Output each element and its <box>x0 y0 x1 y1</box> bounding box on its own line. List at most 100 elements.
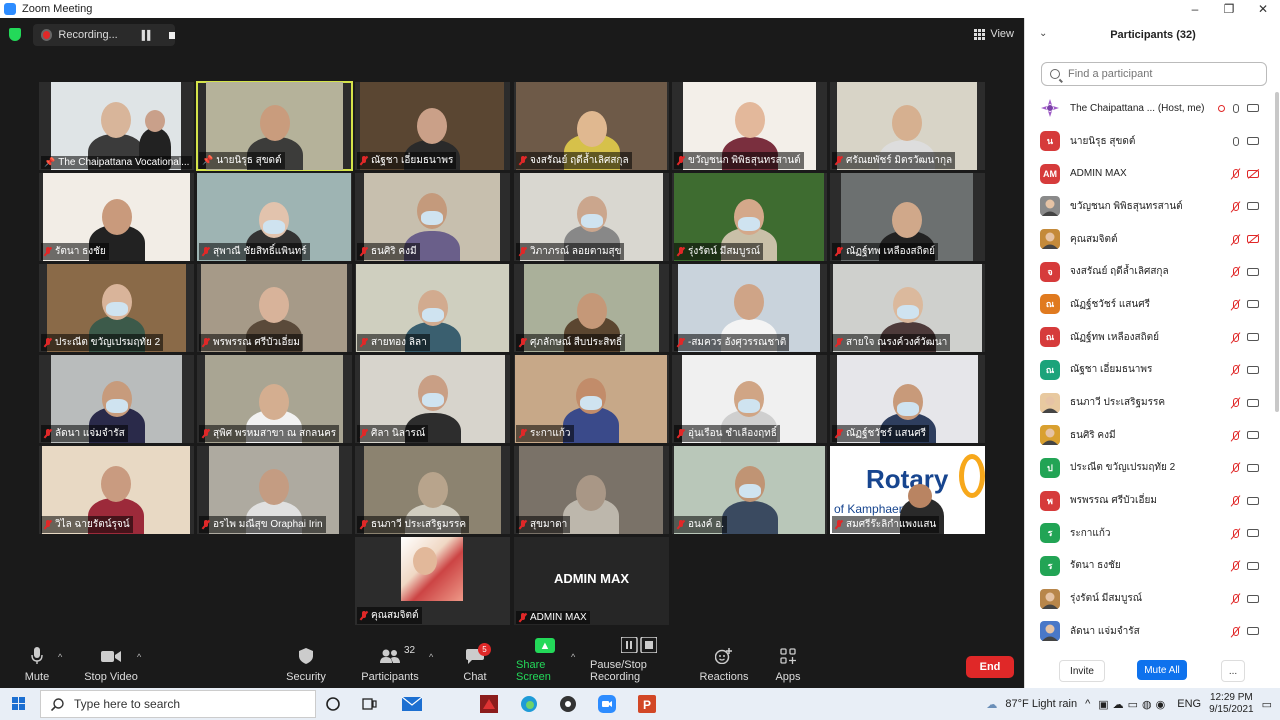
mute-options-chevron-icon[interactable]: ^ <box>58 652 62 662</box>
mute-all-button[interactable]: Mute All <box>1137 660 1187 680</box>
video-tile[interactable]: วิไล ฉายรัตน์รุจน์ <box>39 446 194 534</box>
stop-video-button[interactable]: Stop Video <box>84 638 138 688</box>
video-tile[interactable]: ณัฐชา เอี่ยมธนาพร <box>355 82 510 170</box>
video-camera-icon[interactable] <box>1247 463 1259 472</box>
participant-row[interactable]: ธนศิริ คงมี <box>1025 419 1273 452</box>
share-options-chevron-icon[interactable]: ^ <box>571 652 575 662</box>
video-camera-icon[interactable] <box>1247 365 1259 374</box>
stop-recording-icon[interactable] <box>168 31 175 39</box>
video-off-icon[interactable] <box>1247 235 1259 244</box>
view-button[interactable]: View <box>974 28 1014 40</box>
pause-recording-icon[interactable]: ▌▌ <box>142 30 154 40</box>
participant-row[interactable]: รุ่งรัตน์ มีสมบูรณ์ <box>1025 582 1273 615</box>
mail-app-icon[interactable] <box>401 693 423 715</box>
video-tile[interactable]: พรพรรณ ศรีบัวเอี่ยม <box>197 264 352 352</box>
task-view-icon[interactable] <box>359 693 381 715</box>
muted-microphone-icon[interactable] <box>1233 365 1239 375</box>
language-indicator[interactable]: ENG <box>1177 698 1201 710</box>
share-screen-button[interactable]: ▲ Share Screen <box>516 638 574 688</box>
participant-row[interactable]: ร รัตนา ธงชัย <box>1025 550 1273 583</box>
video-tile[interactable]: ศรัณยพัชร์ มิตรวัฒนากุล <box>830 82 985 170</box>
taskbar-search-box[interactable]: Type here to search <box>40 690 316 718</box>
video-tile[interactable]: จงสรัณย์ ฤดีล้ำเลิศสกุล <box>514 82 669 170</box>
cortana-icon[interactable] <box>322 693 344 715</box>
maximize-button[interactable]: ❐ <box>1212 0 1246 18</box>
video-camera-icon[interactable] <box>1247 333 1259 342</box>
video-camera-icon[interactable] <box>1247 267 1259 276</box>
notifications-icon[interactable]: ▭ <box>1262 698 1272 711</box>
edge-browser-icon[interactable] <box>518 693 540 715</box>
video-camera-icon[interactable] <box>1247 496 1259 505</box>
participant-row[interactable]: ณ ณัฐชา เอี่ยมธนาพร <box>1025 354 1273 387</box>
video-tile[interactable]: ระกาแก้ว <box>514 355 669 443</box>
powerpoint-icon[interactable]: P <box>636 693 658 715</box>
security-shield-icon[interactable] <box>9 28 21 41</box>
tray-icons[interactable]: ▣☁▭◍◉ <box>1098 698 1169 711</box>
security-button[interactable]: Security <box>286 638 326 688</box>
muted-microphone-icon[interactable] <box>1233 528 1239 538</box>
participant-row[interactable]: The Chaipattana ... (Host, me) <box>1025 92 1273 125</box>
video-camera-icon[interactable] <box>1247 594 1259 603</box>
muted-microphone-icon[interactable] <box>1233 430 1239 440</box>
video-tile[interactable]: ณัฏฐ์ทพ เหลืองสถิตย์ <box>830 173 985 261</box>
video-tile[interactable]: ขวัญชนก พิพิธสุนทรสานต์ <box>672 82 827 170</box>
microphone-icon[interactable] <box>1233 136 1239 146</box>
chrome-like-icon[interactable] <box>557 693 579 715</box>
windows-start-icon[interactable] <box>12 697 25 710</box>
video-off-icon[interactable] <box>1247 169 1259 178</box>
more-options-button[interactable]: ... <box>1221 660 1245 682</box>
end-meeting-button[interactable]: End <box>966 656 1014 678</box>
video-tile[interactable]: Rotary of Kamphaeng... สมศรีร๊ะลิกำแพงแสน <box>830 446 985 534</box>
participant-row[interactable]: พ พรพรรณ ศรีบัวเอี่ยม <box>1025 484 1273 517</box>
microphone-icon[interactable] <box>1233 103 1239 113</box>
muted-microphone-icon[interactable] <box>1233 398 1239 408</box>
muted-microphone-icon[interactable] <box>1233 169 1239 179</box>
video-tile[interactable]: คุณสมจิตต์ <box>355 537 510 625</box>
clock[interactable]: 12:29 PM 9/15/2021 <box>1209 692 1254 716</box>
video-tile[interactable]: อนงค์ อ. <box>672 446 827 534</box>
video-camera-icon[interactable] <box>1247 398 1259 407</box>
video-camera-icon[interactable] <box>1247 561 1259 570</box>
video-tile[interactable]: รัตนา ธงชัย <box>39 173 194 261</box>
video-tile[interactable]: ลัดนา แจ่มจำรัส <box>39 355 194 443</box>
participant-row[interactable]: AM ADMIN MAX <box>1025 157 1273 190</box>
zoom-taskbar-icon[interactable] <box>596 693 618 715</box>
video-tile[interactable]: ประณีต ขวัญเปรมฤทัย 2 <box>39 264 194 352</box>
video-tile[interactable]: สุพิศ พรหมสาขา ณ สกลนคร <box>197 355 352 443</box>
muted-microphone-icon[interactable] <box>1233 561 1239 571</box>
participant-row[interactable]: น นายนิรุธ สุขดต์ <box>1025 125 1273 158</box>
video-camera-icon[interactable] <box>1247 300 1259 309</box>
video-tile[interactable]: ณัฏฐ์ชวัชร์ แสนศรี <box>830 355 985 443</box>
weather-text[interactable]: 87°F Light rain <box>1005 698 1077 710</box>
mute-button[interactable]: Mute <box>22 638 52 688</box>
video-camera-icon[interactable] <box>1247 529 1259 538</box>
video-camera-icon[interactable] <box>1247 627 1259 636</box>
video-tile[interactable]: สายทอง ลิลา <box>355 264 510 352</box>
minimize-button[interactable]: – <box>1178 0 1212 18</box>
participant-row[interactable]: ลัดนา แจ่มจำรัส <box>1025 615 1273 648</box>
video-camera-icon[interactable] <box>1247 202 1259 211</box>
video-options-chevron-icon[interactable]: ^ <box>137 652 141 662</box>
video-tile[interactable]: -สมควร อังศุวรรณชาติ <box>672 264 827 352</box>
invite-button[interactable]: Invite <box>1059 660 1105 682</box>
video-camera-icon[interactable] <box>1247 137 1259 146</box>
muted-microphone-icon[interactable] <box>1233 267 1239 277</box>
participant-search-input[interactable] <box>1066 67 1250 81</box>
muted-microphone-icon[interactable] <box>1233 626 1239 636</box>
chat-button[interactable]: 5 Chat <box>460 638 491 688</box>
muted-microphone-icon[interactable] <box>1233 496 1239 506</box>
participant-row[interactable]: ธนภาวี ประเสริฐมรรค <box>1025 386 1273 419</box>
video-tile[interactable]: ศิลา นิลารณ์ <box>355 355 510 443</box>
muted-microphone-icon[interactable] <box>1233 463 1239 473</box>
participants-button[interactable]: 32 Participants <box>361 638 418 688</box>
participant-search-field[interactable] <box>1041 62 1267 86</box>
muted-microphone-icon[interactable] <box>1233 332 1239 342</box>
reactions-button[interactable]: Reactions <box>700 638 748 688</box>
video-tile[interactable]: ธนภาวี ประเสริฐมรรค <box>355 446 510 534</box>
muted-microphone-icon[interactable] <box>1233 234 1239 244</box>
participant-row[interactable]: ร ระกาแก้ว <box>1025 517 1273 550</box>
participant-list-scrollbar[interactable] <box>1275 92 1279 412</box>
show-hidden-icons-chevron-icon[interactable]: ^ <box>1085 698 1090 710</box>
video-tile[interactable]: สายใจ ณรงค์วงศ์วัฒนา <box>830 264 985 352</box>
muted-microphone-icon[interactable] <box>1233 594 1239 604</box>
